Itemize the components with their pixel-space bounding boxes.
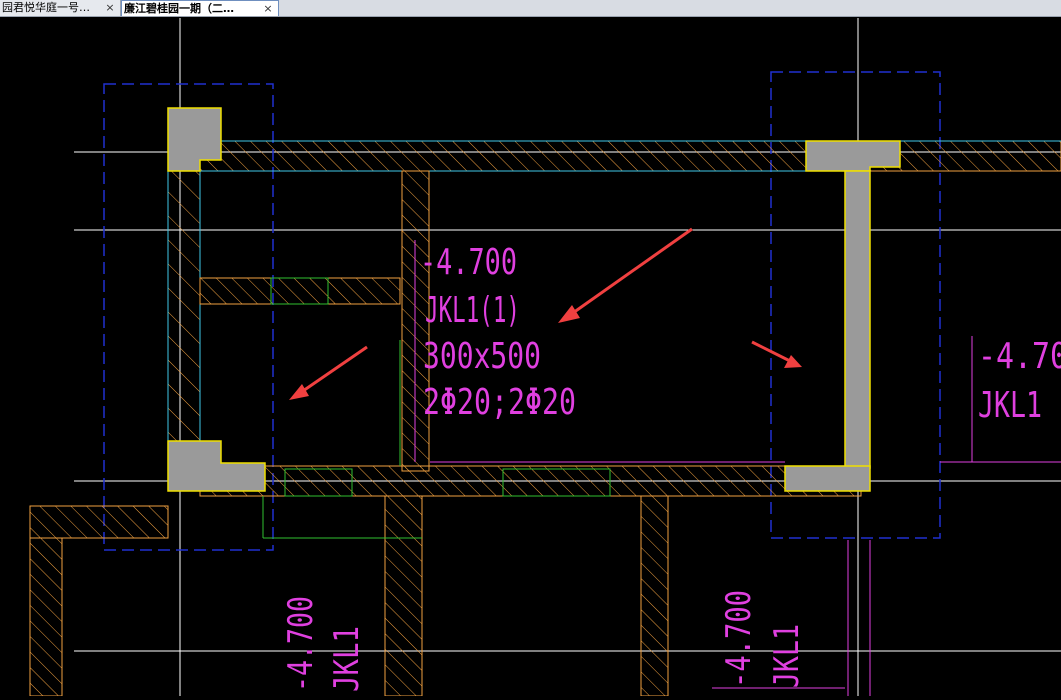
red-arrows: [289, 227, 802, 400]
top-wall: [167, 140, 1061, 172]
document-tab-bar: 园君悦华庭一号… × 廉江碧桂园一期（二… ×: [0, 0, 1061, 17]
tab-label: 园君悦华庭一号…: [2, 1, 90, 14]
center-elevation: -4.700: [420, 242, 517, 283]
left-wall: [167, 140, 201, 492]
center-rebar-spec: 2Φ20;2Φ20: [423, 382, 576, 423]
bottom-left-beam-name: JKL1: [327, 626, 367, 692]
arrow-icon: [558, 227, 693, 323]
right-beam-annotation: -4.70 JKL1: [978, 336, 1061, 426]
center-beam-name: JKL1(1): [425, 290, 520, 331]
bottom-left-elevation: -4.700: [281, 596, 321, 692]
right-elevation: -4.70: [978, 336, 1061, 377]
bottom-right-elevation: -4.700: [719, 590, 759, 688]
tab-document-1[interactable]: 园君悦华庭一号… ×: [0, 0, 121, 16]
tab-close-icon[interactable]: ×: [104, 0, 116, 16]
tab-close-icon[interactable]: ×: [262, 1, 274, 17]
bottom-left-beam-annotation: -4.700 JKL1: [281, 596, 367, 692]
right-beam-name: JKL1: [978, 385, 1042, 426]
axis-lines: [74, 18, 1061, 696]
tab-label: 廉江碧桂园一期（二…: [124, 1, 234, 15]
tab-document-2[interactable]: 廉江碧桂园一期（二… ×: [121, 0, 279, 16]
cad-drawing-canvas[interactable]: -4.700 JKL1(1) 300x500 2Φ20;2Φ20 -4.70 J…: [0, 17, 1061, 697]
arrow-icon: [751, 340, 802, 368]
cad-drawing: -4.700 JKL1(1) 300x500 2Φ20;2Φ20 -4.70 J…: [29, 18, 1061, 697]
center-beam-annotation: -4.700 JKL1(1) 300x500 2Φ20;2Φ20: [420, 242, 576, 423]
bottom-right-beam-annotation: -4.700 JKL1: [719, 590, 807, 688]
center-section-size: 300x500: [423, 336, 541, 377]
arrow-icon: [289, 345, 368, 400]
bottom-right-beam-name: JKL1: [767, 624, 807, 688]
